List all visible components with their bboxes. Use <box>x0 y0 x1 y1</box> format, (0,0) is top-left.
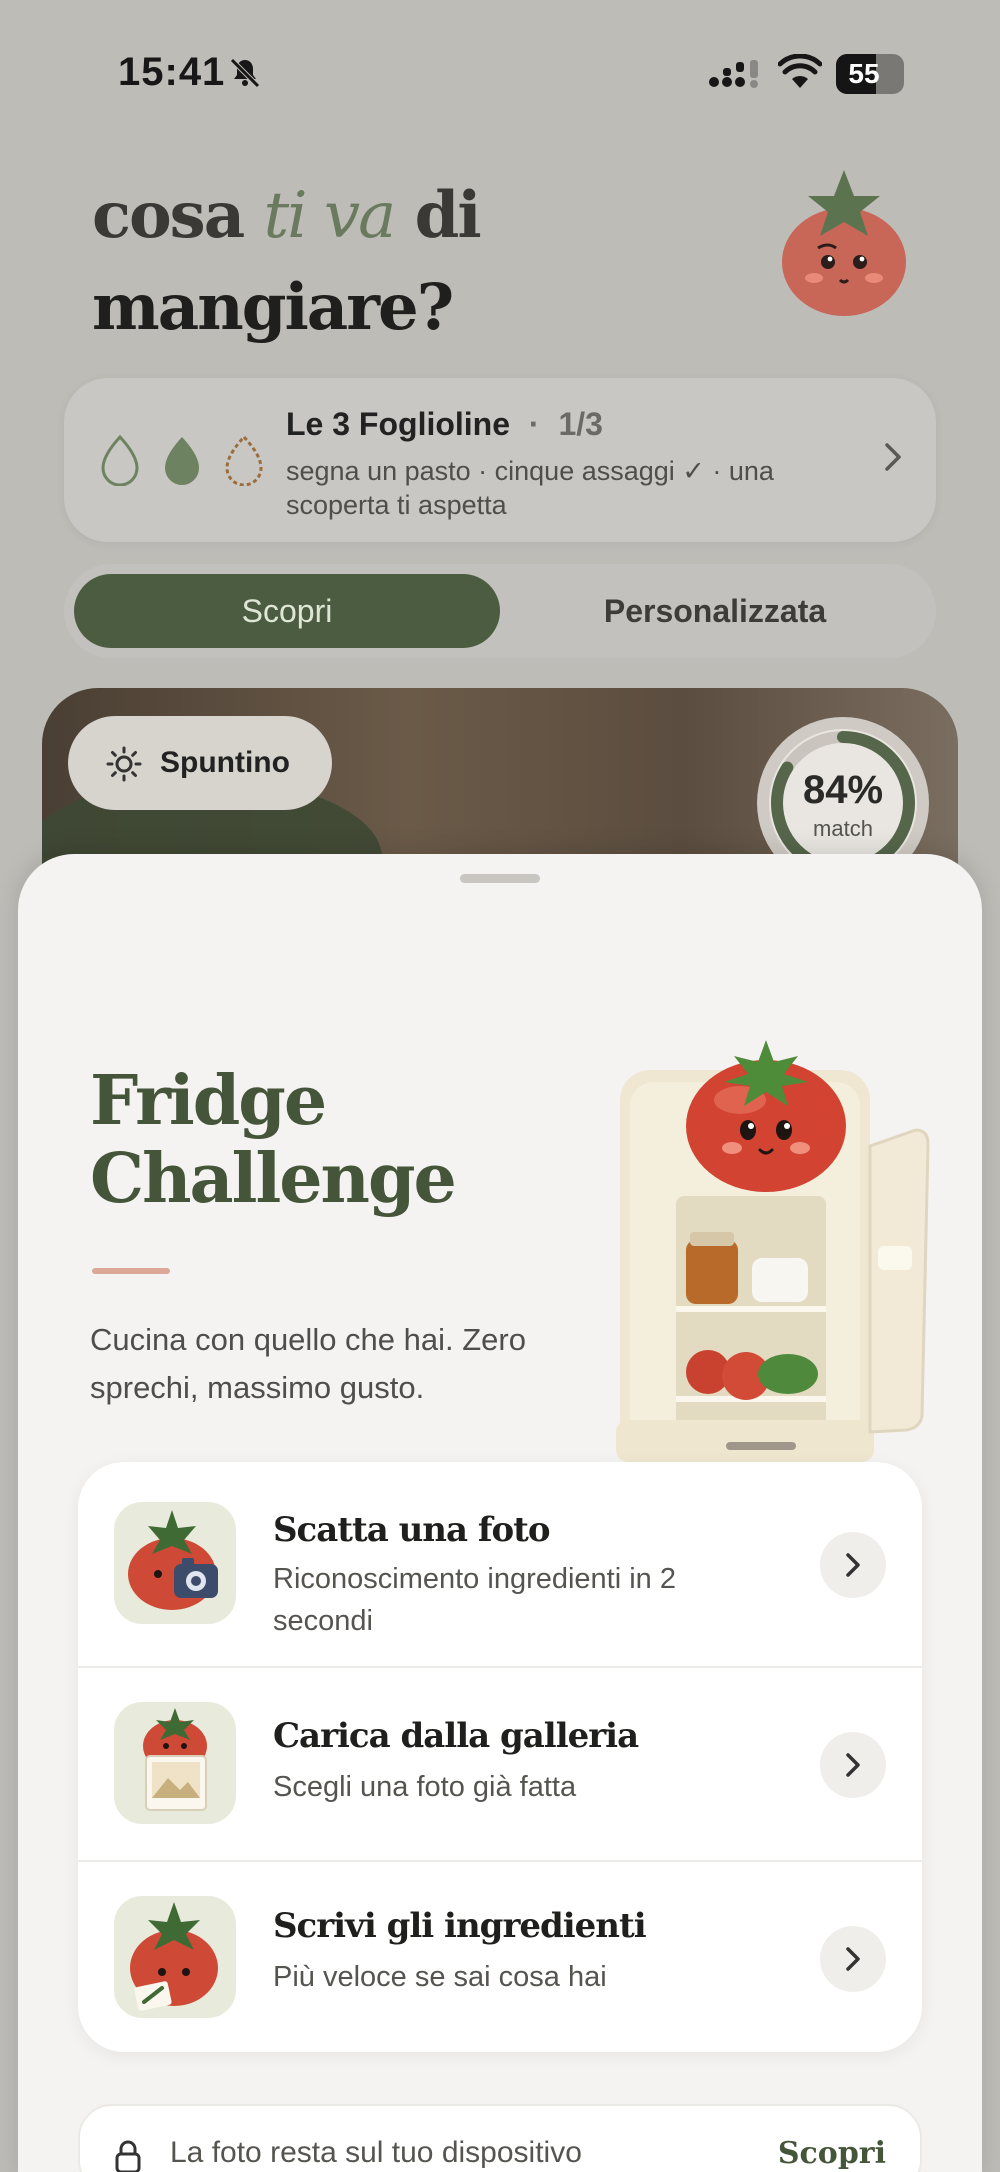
tab-personalizzata[interactable]: Personalizzata <box>504 574 926 648</box>
option-title: Carica dalla galleria <box>273 1716 639 1756</box>
mode-segmented-control: Scopri Personalizzata <box>64 564 936 658</box>
tomato-writing-icon <box>114 1896 236 2018</box>
capture-options-card: Scatta una foto Riconoscimento ingredien… <box>78 1462 922 2052</box>
option-subtitle: Riconoscimento ingredienti in 2 secondi <box>273 1563 676 1637</box>
sheet-grabber[interactable] <box>460 874 540 883</box>
title-accent-line <box>92 1268 170 1274</box>
option-subtitle: Più veloce se sai cosa hai <box>273 1961 607 1993</box>
clock: 15:41 <box>118 50 226 94</box>
battery-level: 55 <box>848 58 880 89</box>
match-percent: 84% <box>802 768 884 812</box>
privacy-text: La foto resta sul tuo dispositivo <box>170 2136 582 2169</box>
leaf-dashed-icon <box>225 434 263 486</box>
tomato-gallery-icon <box>114 1702 236 1824</box>
option-title: Scatta una foto <box>273 1510 551 1550</box>
tomato-mascot-icon[interactable] <box>776 166 912 318</box>
wifi-icon <box>778 54 822 88</box>
option-upload-gallery[interactable]: Carica dalla galleria Scegli una foto gi… <box>78 1666 922 1862</box>
leaves-progress: 1/3 <box>558 406 603 442</box>
bell-muted-icon <box>230 58 260 88</box>
option-subtitle: Scegli una foto già fatta <box>273 1771 577 1803</box>
privacy-note: La foto resta sul tuo dispositivo Scopri <box>78 2104 922 2172</box>
leaves-subtitle: segna un pasto · cinque assaggi ✓ · una … <box>286 456 774 520</box>
sheet-title: Fridge Challenge <box>90 1061 457 1219</box>
sun-icon <box>106 746 142 782</box>
leaves-title: Le 3 Foglioline · 1/3 <box>286 406 603 442</box>
headline-emphasis: ti va <box>263 179 396 253</box>
chevron-right-icon <box>820 1732 886 1798</box>
cellular-signal-icon <box>709 60 758 88</box>
page-title: cosa ti va di mangiare? <box>92 178 482 345</box>
match-label: match <box>813 816 873 841</box>
meal-type-label: Spuntino <box>160 746 290 779</box>
option-take-photo[interactable]: Scatta una foto Riconoscimento ingredien… <box>78 1462 922 1666</box>
lock-icon <box>115 2140 141 2172</box>
battery-indicator: 55 <box>836 54 904 94</box>
leaves-progress-card[interactable]: Le 3 Foglioline · 1/3 segna un pasto · c… <box>64 378 936 542</box>
tomato-camera-icon <box>114 1502 236 1624</box>
tab-scopri[interactable]: Scopri <box>74 574 500 648</box>
chevron-right-icon <box>820 1926 886 1992</box>
chevron-right-icon <box>820 1532 886 1598</box>
option-type-ingredients[interactable]: Scrivi gli ingredienti Più veloce se sai… <box>78 1860 922 2052</box>
status-bar: 15:41 55 <box>0 50 1000 100</box>
leaf-outline-icon <box>101 434 139 486</box>
leaf-filled-icon <box>165 437 199 485</box>
privacy-learn-more-link[interactable]: Scopri <box>778 2136 886 2171</box>
option-title: Scrivi gli ingredienti <box>273 1906 647 1946</box>
chevron-right-icon <box>885 443 901 471</box>
fridge-tomato-illustration <box>616 1040 930 1462</box>
meal-type-badge: Spuntino <box>68 716 332 810</box>
sheet-subtitle: Cucina con quello che hai. Zero sprechi,… <box>90 1322 526 1405</box>
